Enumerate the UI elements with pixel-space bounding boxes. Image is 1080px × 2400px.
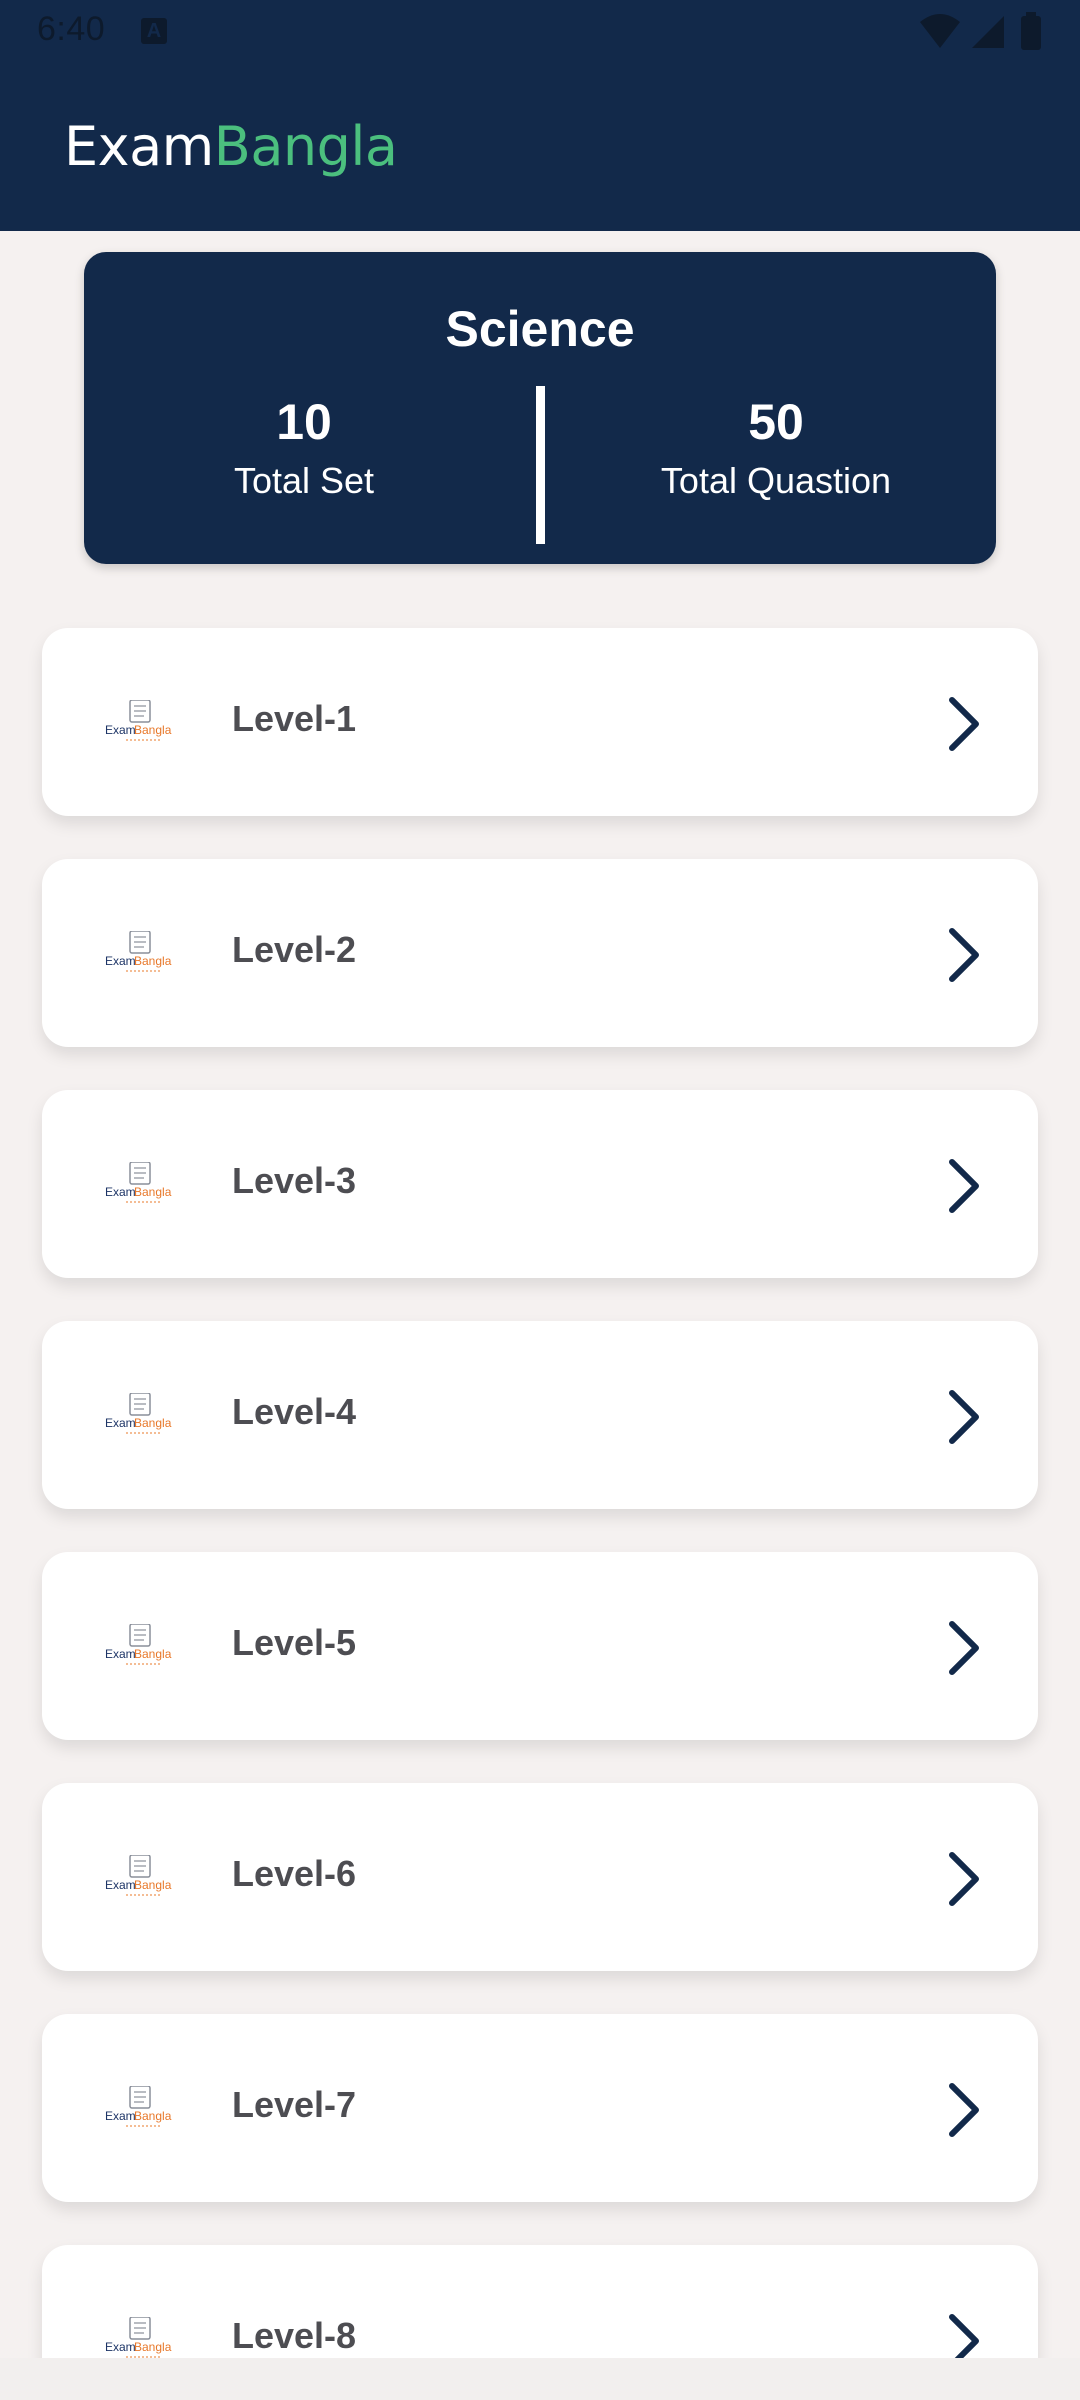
chevron-right-icon [949,1621,979,1675]
svg-text:Exam: Exam [105,1647,136,1661]
total-set-label: Total Set [233,460,375,501]
chevron-right-icon [949,1852,979,1906]
exambangla-logo-icon: Exam Bangla [105,2086,172,2127]
exambangla-logo-icon: Exam Bangla [105,700,172,741]
svg-text:Bangla: Bangla [134,2340,172,2354]
level-item-8[interactable]: Exam Bangla Level-8 [42,2245,1038,2358]
level-item-7[interactable]: Exam Bangla Level-7 [42,2014,1038,2202]
chevron-right-icon [949,697,979,751]
chevron-right-icon [949,928,979,982]
chevron-right-icon [949,1159,979,1213]
level-item-1[interactable]: Exam Bangla Level-1 [42,628,1038,816]
total-question-label: Total Quastion [660,460,892,501]
level-item-5[interactable]: Exam Bangla Level-5 [42,1552,1038,1740]
total-question-value: 50 [748,394,804,450]
svg-text:Exam: Exam [105,2109,136,2123]
svg-text:Exam: Exam [105,1185,136,1199]
level-label: Level-4 [232,1391,357,1432]
total-question-stat: 50 Total Quastion [556,392,996,502]
svg-text:Exam: Exam [105,954,136,968]
exambangla-logo-icon: Exam Bangla [105,2317,172,2358]
exambangla-logo-icon: Exam Bangla [105,1624,172,1665]
level-label: Level-5 [232,1622,357,1663]
svg-text:Exam: Exam [105,2340,136,2354]
svg-text:Exam: Exam [105,1878,136,1892]
exambangla-logo-icon: Exam Bangla [105,1855,172,1896]
stat-divider [536,386,545,544]
level-list: Science 10 Total Set 50 Total Quastion E… [0,0,1080,2358]
chevron-right-icon [949,2083,979,2137]
exambangla-logo-icon: Exam Bangla [105,1393,172,1434]
svg-text:Bangla: Bangla [134,723,172,737]
svg-text:Exam: Exam [105,1416,136,1430]
svg-text:Bangla: Bangla [134,1416,172,1430]
svg-text:Bangla: Bangla [134,954,172,968]
svg-text:Bangla: Bangla [134,1647,172,1661]
navigation-bar-area [0,2358,1080,2400]
subject-summary-card: Science 10 Total Set 50 Total Quastion [84,252,996,564]
svg-text:Bangla: Bangla [134,1878,172,1892]
exambangla-logo-icon: Exam Bangla [105,1162,172,1203]
total-set-value: 10 [276,394,332,450]
svg-text:Bangla: Bangla [134,1185,172,1199]
level-label: Level-2 [232,929,357,970]
chevron-right-icon [949,2314,979,2358]
level-label: Level-7 [232,2084,357,2125]
subject-title: Science [445,301,635,357]
chevron-right-icon [949,1390,979,1444]
svg-text:Bangla: Bangla [134,2109,172,2123]
svg-text:Exam: Exam [105,723,136,737]
level-label: Level-8 [232,2315,357,2356]
total-set-stat: 10 Total Set [84,392,524,502]
level-item-6[interactable]: Exam Bangla Level-6 [42,1783,1038,1971]
exambangla-logo-icon: Exam Bangla [105,931,172,972]
level-label: Level-3 [232,1160,357,1201]
level-item-2[interactable]: Exam Bangla Level-2 [42,859,1038,1047]
level-item-3[interactable]: Exam Bangla Level-3 [42,1090,1038,1278]
level-item-4[interactable]: Exam Bangla Level-4 [42,1321,1038,1509]
level-label: Level-6 [232,1853,357,1894]
level-label: Level-1 [232,698,357,739]
